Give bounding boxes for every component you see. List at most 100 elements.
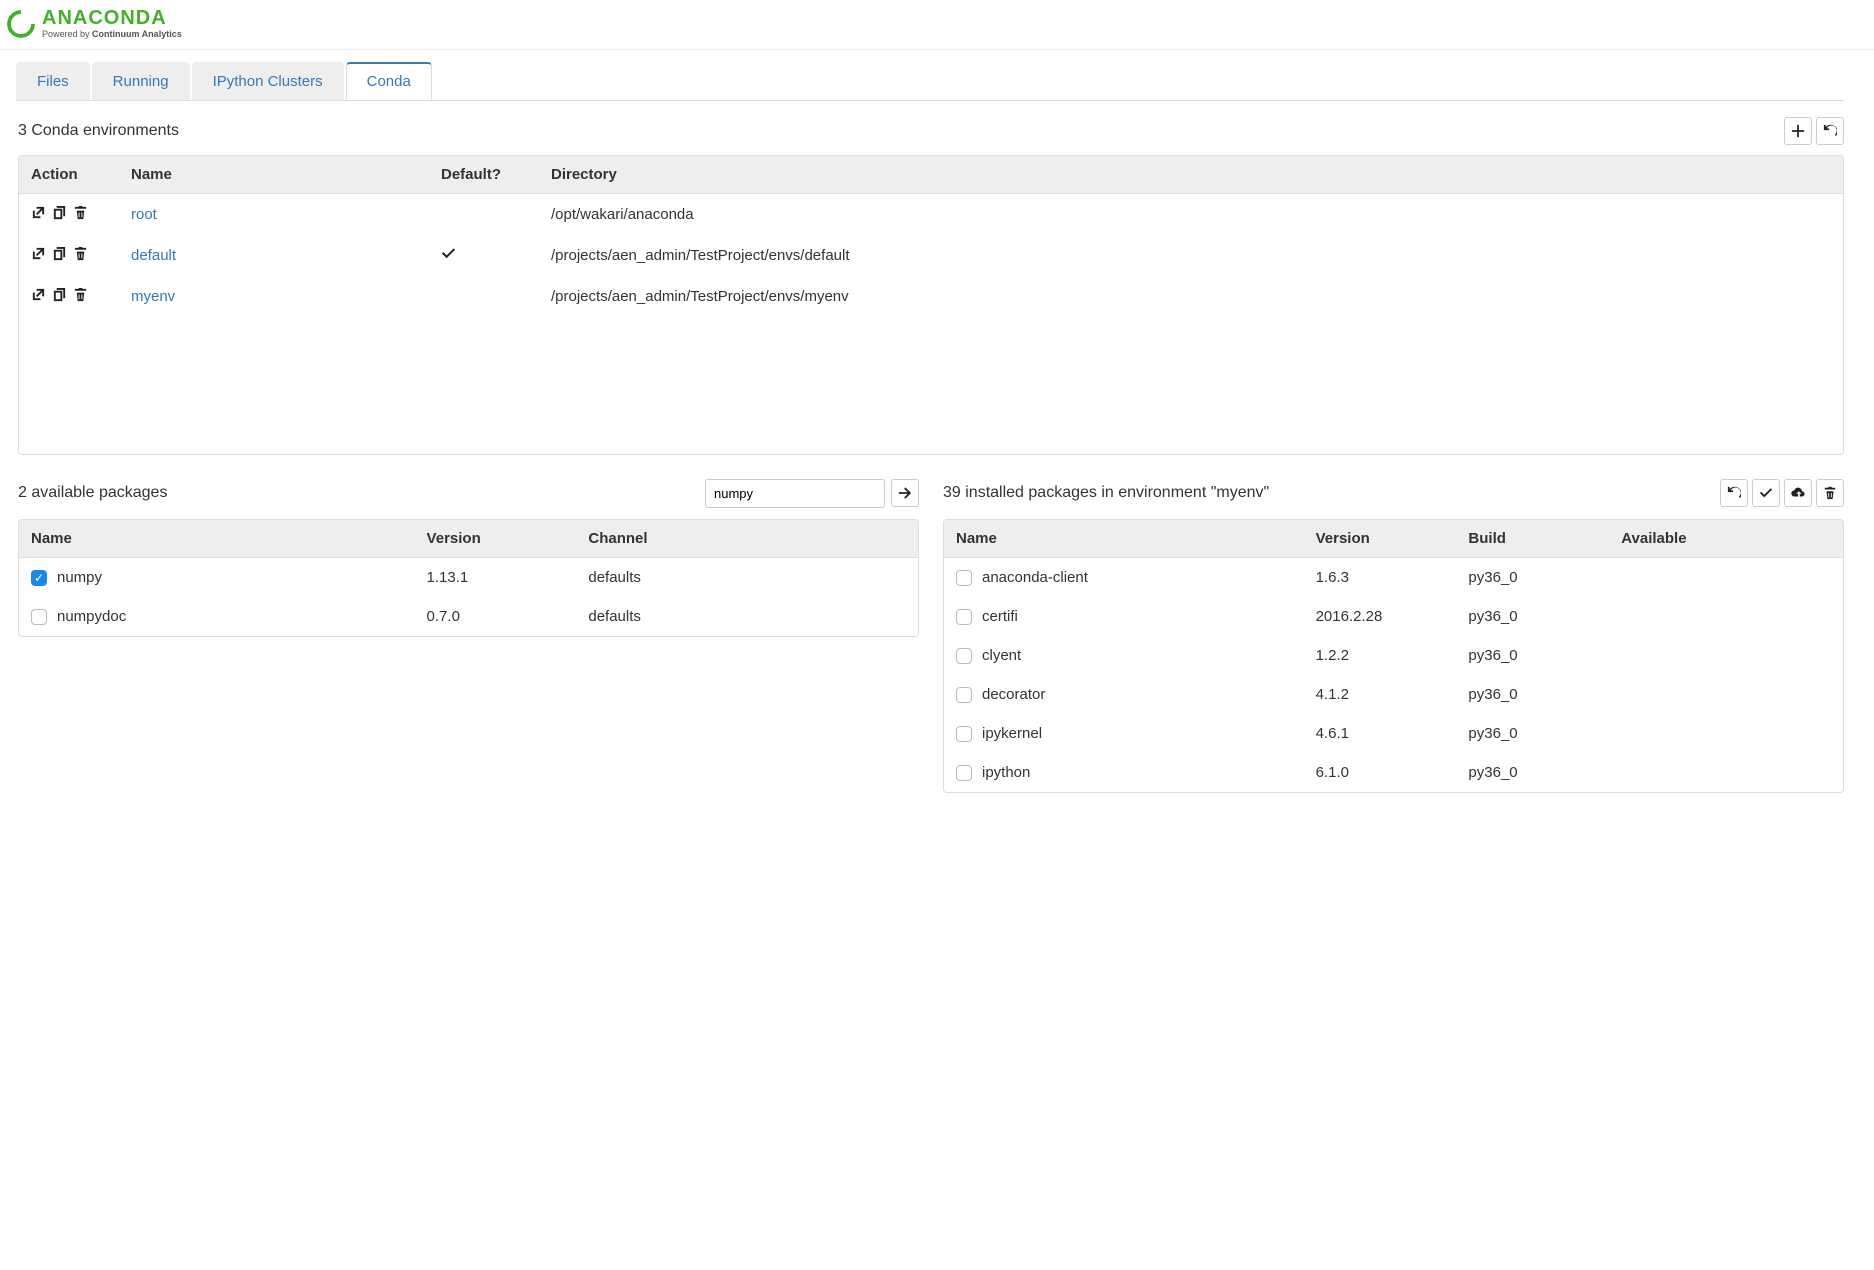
package-version: 1.2.2 bbox=[1304, 636, 1457, 675]
package-checkbox[interactable] bbox=[956, 687, 972, 703]
check-icon bbox=[1759, 486, 1773, 500]
external-link-icon bbox=[31, 246, 46, 261]
directory-cell: /projects/aen_admin/TestProject/envs/mye… bbox=[539, 276, 1843, 317]
refresh-icon bbox=[1823, 124, 1837, 138]
package-available bbox=[1609, 753, 1843, 792]
clone-icon bbox=[52, 287, 67, 302]
external-link-icon bbox=[31, 205, 46, 220]
package-build: py36_0 bbox=[1456, 597, 1609, 636]
installed-title: 39 installed packages in environment "my… bbox=[943, 484, 1269, 502]
available-title: 2 available packages bbox=[18, 484, 167, 502]
package-version: 4.1.2 bbox=[1304, 675, 1457, 714]
refresh-envs-button[interactable] bbox=[1816, 117, 1844, 145]
env-name-link[interactable]: myenv bbox=[131, 288, 175, 305]
env-table-panel: Action Name Default? Directory root/opt/… bbox=[18, 155, 1844, 455]
package-name: numpy bbox=[57, 569, 102, 586]
search-submit-button[interactable] bbox=[891, 479, 919, 507]
anaconda-logo: ANACONDA Powered by Continuum Analytics bbox=[6, 8, 1864, 39]
refresh-installed-button[interactable] bbox=[1720, 479, 1748, 507]
th-inst-available: Available bbox=[1609, 520, 1843, 558]
clone-env-button[interactable] bbox=[52, 205, 67, 224]
delete-package-button[interactable] bbox=[1816, 479, 1844, 507]
delete-env-button[interactable] bbox=[73, 287, 88, 306]
check-icon bbox=[441, 246, 456, 261]
delete-env-button[interactable] bbox=[73, 246, 88, 265]
th-pkg-channel: Channel bbox=[576, 520, 918, 558]
package-available bbox=[1609, 558, 1843, 598]
trash-icon bbox=[73, 287, 88, 302]
package-name: decorator bbox=[982, 686, 1045, 703]
package-available bbox=[1609, 714, 1843, 753]
package-build: py36_0 bbox=[1456, 714, 1609, 753]
table-row: default/projects/aen_admin/TestProject/e… bbox=[19, 235, 1843, 276]
open-env-button[interactable] bbox=[31, 287, 46, 306]
clone-icon bbox=[52, 205, 67, 220]
package-checkbox[interactable] bbox=[31, 570, 47, 586]
package-checkbox[interactable] bbox=[31, 609, 47, 625]
tab-ipython-clusters[interactable]: IPython Clusters bbox=[192, 62, 344, 100]
clone-env-button[interactable] bbox=[52, 246, 67, 265]
th-default: Default? bbox=[429, 156, 539, 194]
package-available bbox=[1609, 675, 1843, 714]
trash-icon bbox=[73, 205, 88, 220]
th-inst-name: Name bbox=[944, 520, 1304, 558]
table-row: ipython 6.1.0py36_0 bbox=[944, 753, 1843, 792]
tab-running[interactable]: Running bbox=[92, 62, 190, 100]
table-row: ipykernel 4.6.1py36_0 bbox=[944, 714, 1843, 753]
logo-subtitle-prefix: Powered by bbox=[42, 29, 92, 39]
default-cell bbox=[429, 194, 539, 236]
tab-conda[interactable]: Conda bbox=[346, 62, 432, 100]
installed-table-panel: Name Version Build Available anaconda-cl… bbox=[943, 519, 1844, 793]
env-name-link[interactable]: root bbox=[131, 206, 157, 223]
package-checkbox[interactable] bbox=[956, 609, 972, 625]
clone-icon bbox=[52, 246, 67, 261]
table-row: clyent1.2.2py36_0 bbox=[944, 636, 1843, 675]
upload-button[interactable] bbox=[1784, 479, 1812, 507]
refresh-icon bbox=[1727, 486, 1741, 500]
tab-files[interactable]: Files bbox=[16, 62, 90, 100]
package-build: py36_0 bbox=[1456, 636, 1609, 675]
th-inst-build: Build bbox=[1456, 520, 1609, 558]
logo-title: ANACONDA bbox=[42, 8, 182, 28]
package-channel: defaults bbox=[576, 558, 918, 598]
trash-icon bbox=[1823, 486, 1837, 500]
package-version: 1.13.1 bbox=[415, 558, 577, 598]
plus-icon bbox=[1791, 124, 1805, 138]
th-pkg-name: Name bbox=[19, 520, 415, 558]
env-section-title: 3 Conda environments bbox=[18, 122, 179, 140]
logo-subtitle: Powered by Continuum Analytics bbox=[42, 30, 182, 39]
package-checkbox[interactable] bbox=[956, 726, 972, 742]
header: ANACONDA Powered by Continuum Analytics bbox=[0, 0, 1874, 50]
anaconda-logo-icon bbox=[6, 9, 36, 39]
env-name-link[interactable]: default bbox=[131, 247, 176, 264]
cloud-upload-icon bbox=[1791, 486, 1805, 500]
package-version: 6.1.0 bbox=[1304, 753, 1457, 792]
package-name: ipykernel bbox=[982, 725, 1042, 742]
th-action: Action bbox=[19, 156, 119, 194]
package-name: certifi bbox=[982, 608, 1018, 625]
tabs: FilesRunningIPython ClustersConda bbox=[16, 62, 1844, 101]
package-checkbox[interactable] bbox=[956, 570, 972, 586]
open-env-button[interactable] bbox=[31, 246, 46, 265]
logo-subtitle-bold: Continuum Analytics bbox=[92, 29, 182, 39]
package-name: ipython bbox=[982, 764, 1030, 781]
package-build: py36_0 bbox=[1456, 675, 1609, 714]
package-name: anaconda-client bbox=[982, 569, 1088, 586]
add-env-button[interactable] bbox=[1784, 117, 1812, 145]
package-version: 0.7.0 bbox=[415, 597, 577, 636]
package-checkbox[interactable] bbox=[956, 765, 972, 781]
table-row: certifi 2016.2.28py36_0 bbox=[944, 597, 1843, 636]
package-version: 4.6.1 bbox=[1304, 714, 1457, 753]
package-version: 2016.2.28 bbox=[1304, 597, 1457, 636]
package-available bbox=[1609, 636, 1843, 675]
package-build: py36_0 bbox=[1456, 753, 1609, 792]
clone-env-button[interactable] bbox=[52, 287, 67, 306]
delete-env-button[interactable] bbox=[73, 205, 88, 224]
available-table-panel: Name Version Channel numpy1.13.1defaults… bbox=[18, 519, 919, 637]
package-version: 1.6.3 bbox=[1304, 558, 1457, 598]
default-cell bbox=[429, 276, 539, 317]
package-checkbox[interactable] bbox=[956, 648, 972, 664]
open-env-button[interactable] bbox=[31, 205, 46, 224]
check-updates-button[interactable] bbox=[1752, 479, 1780, 507]
search-input[interactable] bbox=[705, 479, 885, 508]
